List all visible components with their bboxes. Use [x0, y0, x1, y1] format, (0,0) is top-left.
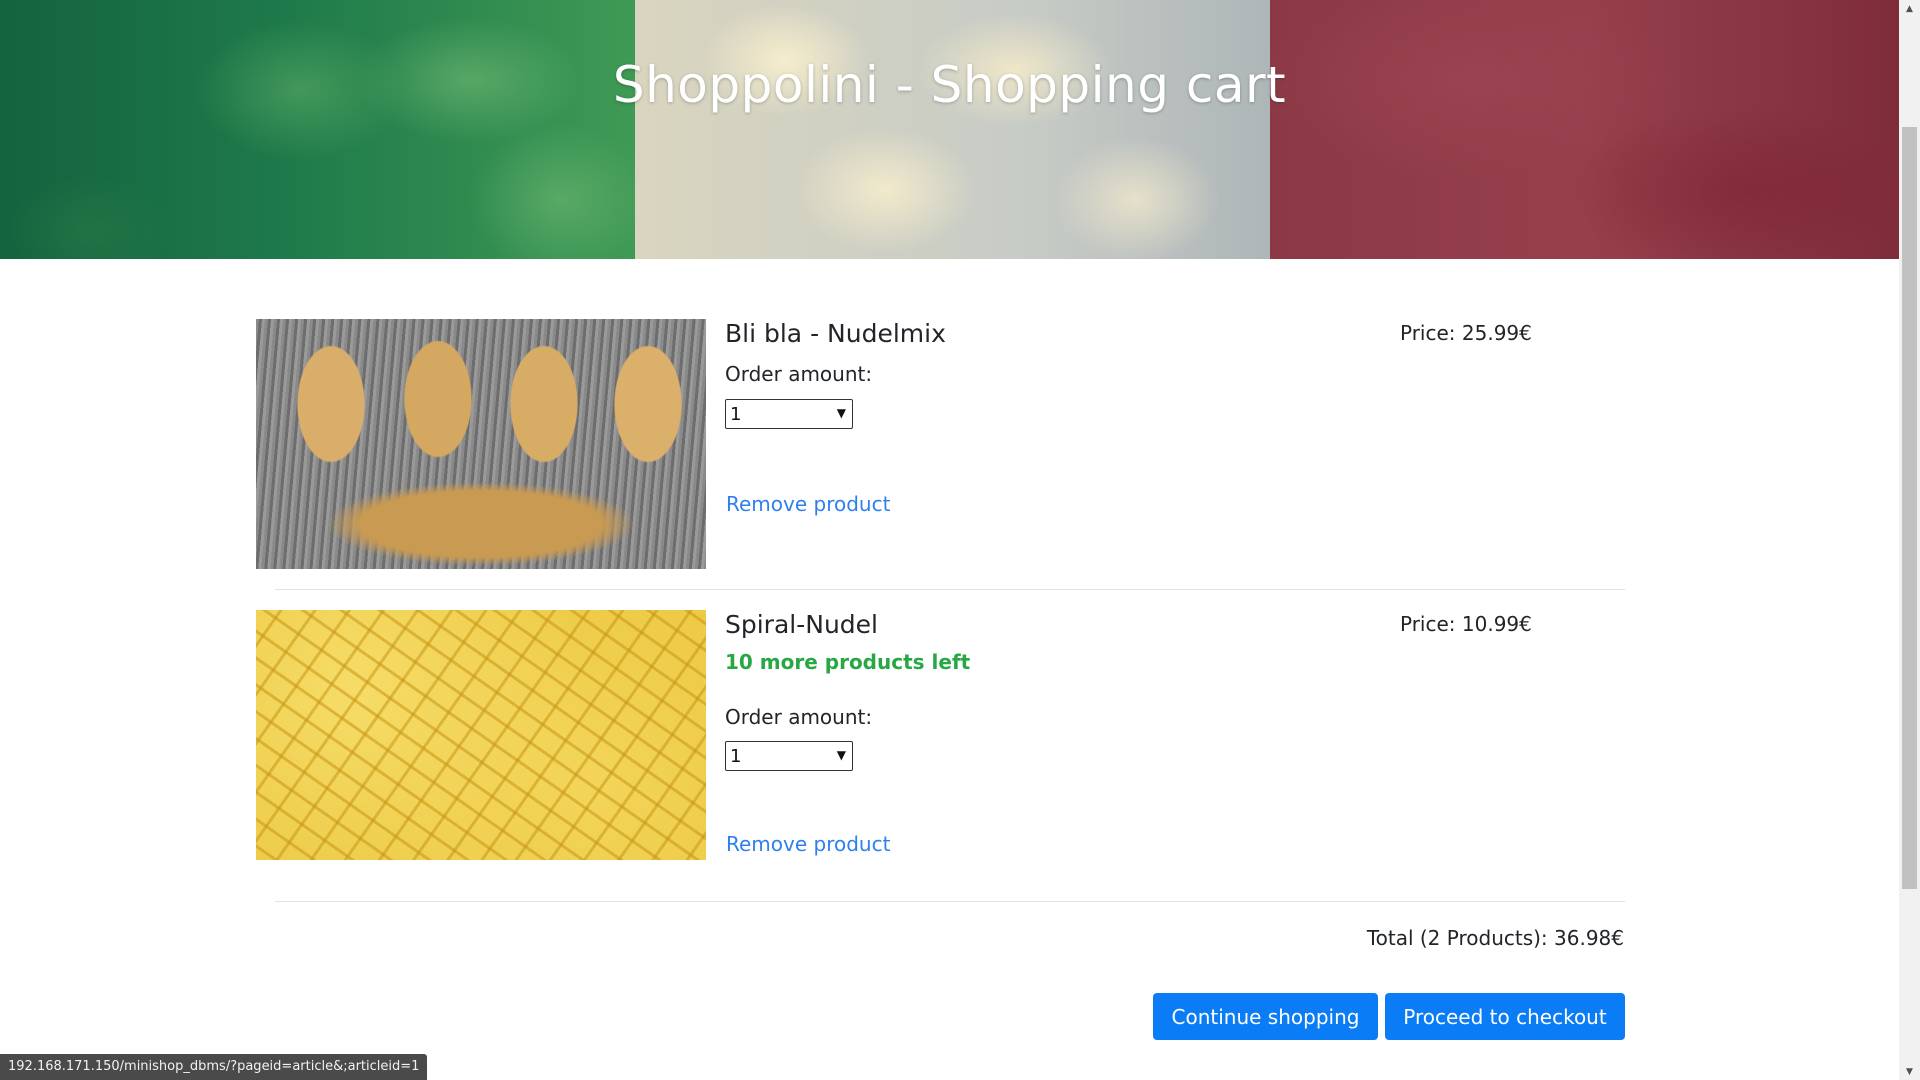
proceed-to-checkout-button[interactable]: Proceed to checkout	[1385, 993, 1625, 1040]
total-divider	[275, 901, 1625, 902]
order-amount-select[interactable]: 1 ▼	[725, 399, 853, 429]
hero-green-band	[0, 0, 635, 259]
hero-banner: Shoppolini - Shopping cart	[0, 0, 1899, 259]
continue-shopping-button[interactable]: Continue shopping	[1153, 993, 1378, 1040]
hero-white-band	[635, 0, 1270, 259]
cart-item: Spiral-Nudel 10 more products left Order…	[256, 610, 1624, 860]
arrow-up-icon[interactable]: ▲	[1899, 0, 1920, 17]
cart-total: Total (2 Products): 36.98€	[1366, 926, 1624, 950]
status-bar-url: 192.168.171.150/minishop_dbms/?pageid=ar…	[0, 1054, 428, 1080]
order-amount-label: Order amount:	[725, 362, 873, 386]
order-amount-value: 1	[730, 745, 742, 767]
cart-item: Bli bla - Nudelmix Order amount: 1 ▼ Rem…	[256, 319, 1624, 569]
product-price: Price: 10.99€	[1400, 612, 1532, 636]
order-amount-label: Order amount:	[725, 705, 873, 729]
stock-remaining-note: 10 more products left	[725, 650, 971, 674]
order-amount-select[interactable]: 1 ▼	[725, 741, 853, 771]
scrollbar-thumb[interactable]	[1902, 127, 1917, 889]
chevron-down-icon: ▼	[836, 406, 846, 420]
remove-product-link[interactable]: Remove product	[726, 832, 890, 856]
product-image-spiral-pasta	[256, 610, 706, 860]
product-name: Bli bla - Nudelmix	[725, 319, 946, 348]
vertical-scrollbar[interactable]: ▲ ▼	[1899, 0, 1920, 1080]
product-name: Spiral-Nudel	[725, 610, 878, 639]
product-price: Price: 25.99€	[1400, 321, 1532, 345]
item-divider	[275, 589, 1625, 590]
chevron-down-icon: ▼	[836, 748, 846, 762]
product-image-pasta-mix	[256, 319, 706, 569]
page-title: Shoppolini - Shopping cart	[612, 56, 1287, 114]
order-amount-value: 1	[730, 403, 742, 425]
remove-product-link[interactable]: Remove product	[726, 492, 890, 516]
arrow-down-icon[interactable]: ▼	[1899, 1063, 1920, 1080]
hero-red-band	[1270, 0, 1899, 259]
